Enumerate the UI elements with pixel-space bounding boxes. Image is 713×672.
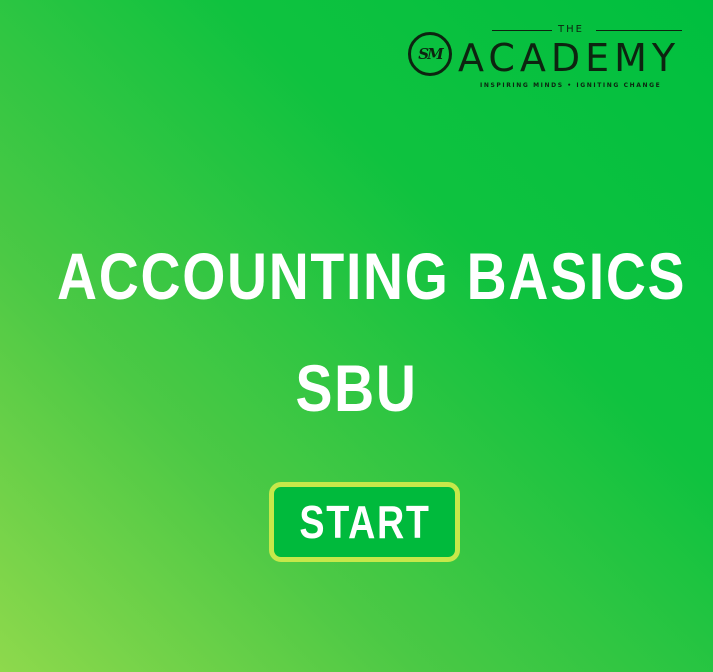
course-title: ACCOUNTING BASICS bbox=[57, 239, 687, 313]
sm-logo-badge-icon: SM bbox=[408, 32, 452, 76]
logo-wordmark: ACADEMY bbox=[458, 36, 681, 80]
the-academy-logo: SM THE ACADEMY INSPIRING MINDS • IGNITIN… bbox=[408, 24, 690, 94]
logo-tagline: INSPIRING MINDS • IGNITING CHANGE bbox=[480, 82, 662, 89]
logo-the-text: THE bbox=[558, 24, 584, 35]
logo-badge-text: SM bbox=[418, 45, 443, 63]
course-subtitle: SBU bbox=[295, 351, 418, 425]
start-button[interactable]: START bbox=[269, 482, 460, 562]
logo-divider-right bbox=[596, 30, 682, 31]
title-slide: SM THE ACADEMY INSPIRING MINDS • IGNITIN… bbox=[0, 0, 713, 672]
logo-divider-left bbox=[492, 30, 552, 31]
start-button-label: START bbox=[298, 496, 431, 548]
